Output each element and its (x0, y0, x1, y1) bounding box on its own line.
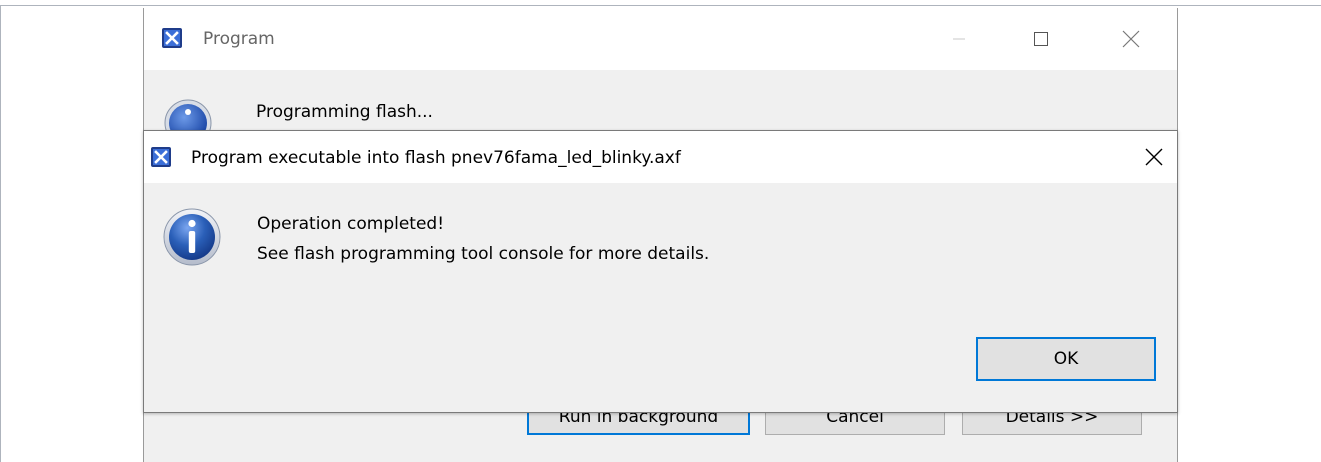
flash-complete-dialog: Program executable into flash pnev76fama… (143, 130, 1178, 413)
dialog-title: Program executable into flash pnev76fama… (191, 148, 681, 168)
maximize-icon (1034, 32, 1048, 46)
close-button[interactable] (1108, 8, 1154, 70)
app-x-icon (151, 147, 171, 167)
maximize-button[interactable] (1018, 8, 1064, 70)
dialog-message-line1: Operation completed! (257, 214, 445, 234)
app-x-icon (162, 28, 182, 48)
program-window-titlebar: Program (144, 8, 1177, 70)
background-frame-line (0, 5, 1321, 6)
minimize-icon (953, 38, 965, 40)
dialog-close-button[interactable] (1131, 131, 1177, 183)
minimize-button[interactable] (936, 8, 982, 70)
close-icon (1122, 30, 1140, 48)
background-frame-line-left (0, 5, 1, 462)
dialog-titlebar: Program executable into flash pnev76fama… (144, 131, 1177, 183)
close-icon (1145, 148, 1163, 166)
dialog-message-line2: See flash programming tool console for m… (257, 244, 710, 264)
ok-button[interactable]: OK (976, 337, 1156, 381)
information-icon (163, 208, 221, 266)
program-window-title: Program (203, 29, 275, 49)
program-window-message: Programming flash... (256, 102, 433, 122)
